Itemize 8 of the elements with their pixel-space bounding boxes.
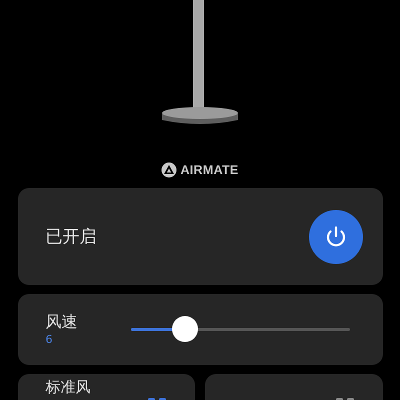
speed-label: 风速	[46, 310, 78, 332]
power-status: 已开启	[46, 226, 96, 248]
logo-icon	[161, 162, 178, 178]
mode-card[interactable]: 标准风	[18, 374, 195, 400]
slider-thumb[interactable]	[172, 316, 198, 342]
mode-label: 标准风	[46, 379, 90, 396]
speed-value: 6	[46, 332, 54, 346]
brand-logo-text: AIRMATE	[180, 163, 239, 177]
